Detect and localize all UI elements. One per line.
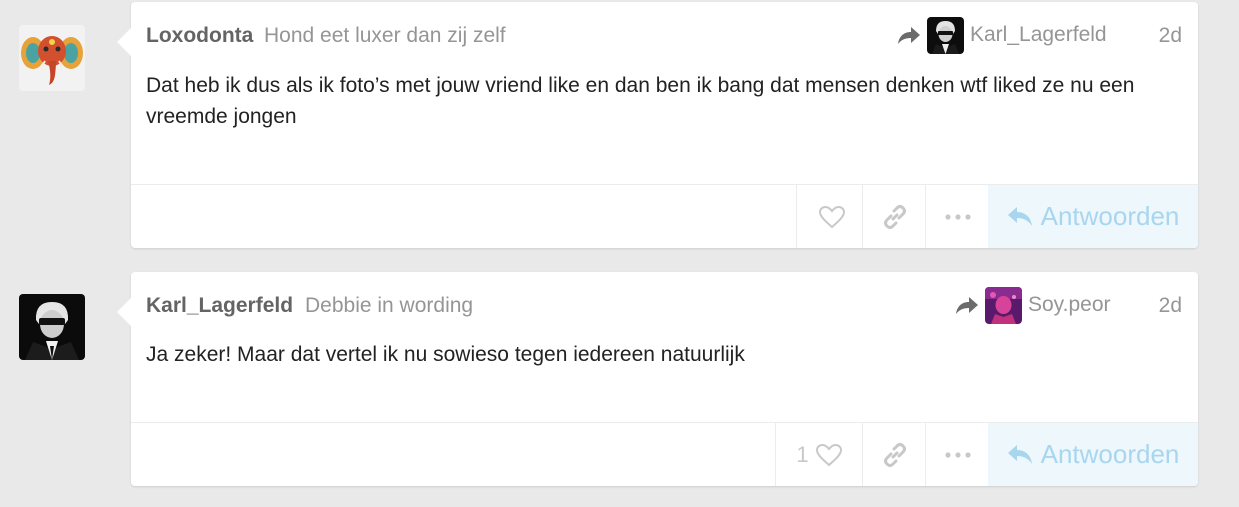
post-username[interactable]: Loxodonta xyxy=(146,24,253,48)
copy-link-button[interactable] xyxy=(862,185,926,248)
avatar-loxodonta[interactable] xyxy=(19,25,85,91)
post-actions: Antwoorden xyxy=(131,184,1198,248)
karl-lagerfeld-avatar-icon xyxy=(927,16,964,54)
reply-to-avatar xyxy=(927,16,964,54)
elephant-avatar-icon xyxy=(19,25,85,91)
link-icon xyxy=(883,204,906,229)
post-body: Dat heb ik dus als ik foto’s met jouw vr… xyxy=(146,74,1135,128)
avatar-karl-lagerfeld[interactable] xyxy=(19,294,85,360)
like-button[interactable] xyxy=(796,185,863,248)
post-user-title: Debbie in wording xyxy=(305,294,474,317)
like-count: 1 xyxy=(796,441,809,467)
post-header: Loxodonta Hond eet luxer dan zij zelf Ka… xyxy=(146,16,1182,54)
reply-arrow-icon xyxy=(1007,206,1032,226)
more-options-button[interactable] xyxy=(925,185,989,248)
soy-peor-avatar-icon xyxy=(985,286,1022,324)
post-user-title: Hond eet luxer dan zij zelf xyxy=(264,24,506,47)
heart-icon xyxy=(815,443,842,466)
ellipsis-icon xyxy=(944,213,971,220)
reply-to-link[interactable]: Karl_Lagerfeld xyxy=(897,16,1107,54)
reply-button[interactable]: Antwoorden xyxy=(988,185,1198,248)
reply-to-username: Karl_Lagerfeld xyxy=(970,23,1107,46)
more-options-button[interactable] xyxy=(925,423,989,486)
share-arrow-icon xyxy=(956,297,978,314)
post-date[interactable]: 2d xyxy=(1159,294,1182,318)
karl-lagerfeld-avatar-icon xyxy=(19,294,85,360)
post-header: Karl_Lagerfeld Debbie in wording Soy.peo… xyxy=(146,286,1182,324)
reply-button[interactable]: Antwoorden xyxy=(988,423,1198,486)
post-actions: 1 Antwoorden xyxy=(131,422,1198,486)
ellipsis-icon xyxy=(944,451,971,458)
post-card: Loxodonta Hond eet luxer dan zij zelf Ka… xyxy=(117,2,1198,248)
post-username[interactable]: Karl_Lagerfeld xyxy=(146,294,293,318)
heart-icon xyxy=(818,205,846,228)
copy-link-button[interactable] xyxy=(862,423,926,486)
link-icon xyxy=(883,442,906,467)
reply-arrow-icon xyxy=(1007,444,1032,464)
post-date[interactable]: 2d xyxy=(1159,24,1182,48)
reply-to-username: Soy.peor xyxy=(1028,293,1111,316)
reply-to-avatar xyxy=(985,286,1022,324)
reply-button-label: Antwoorden xyxy=(1040,439,1180,469)
reply-button-label: Antwoorden xyxy=(1040,201,1180,231)
post-body: Ja zeker! Maar dat vertel ik nu sowieso … xyxy=(146,343,745,366)
post-card: Karl_Lagerfeld Debbie in wording Soy.peo… xyxy=(117,272,1198,486)
share-arrow-icon xyxy=(898,27,920,44)
like-button[interactable]: 1 xyxy=(775,423,863,486)
reply-to-link[interactable]: Soy.peor xyxy=(955,286,1111,324)
